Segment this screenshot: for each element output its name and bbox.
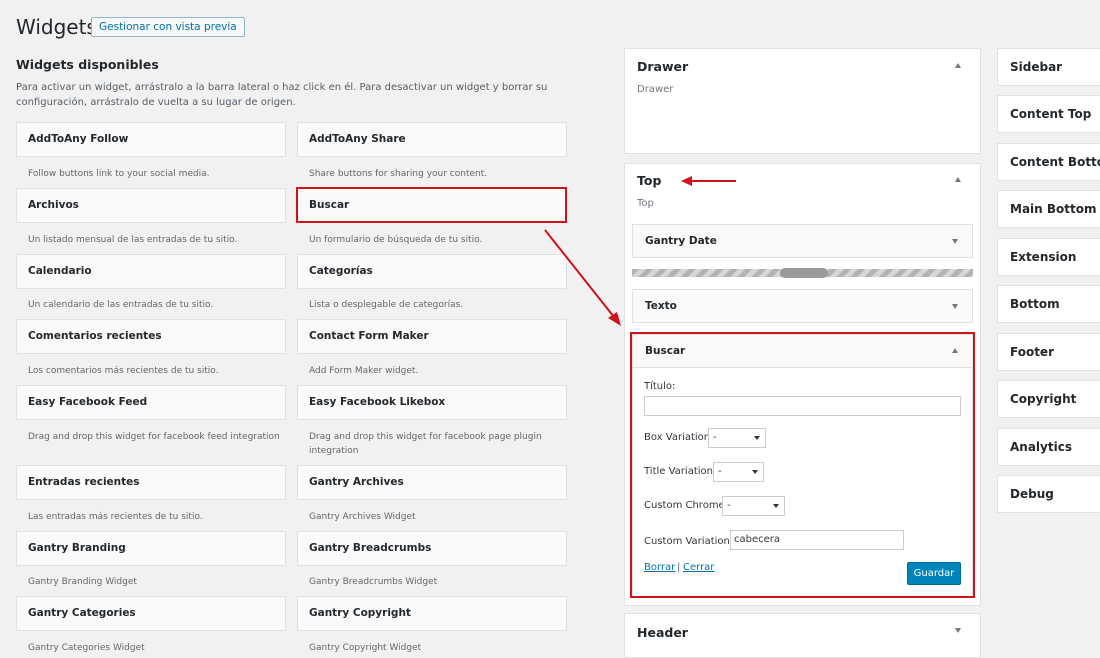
- arrow-head: [681, 176, 692, 186]
- arrow-to-buscar-form: [544, 229, 615, 318]
- annotation-arrows: [544, 176, 736, 326]
- arrow-head: [608, 312, 621, 326]
